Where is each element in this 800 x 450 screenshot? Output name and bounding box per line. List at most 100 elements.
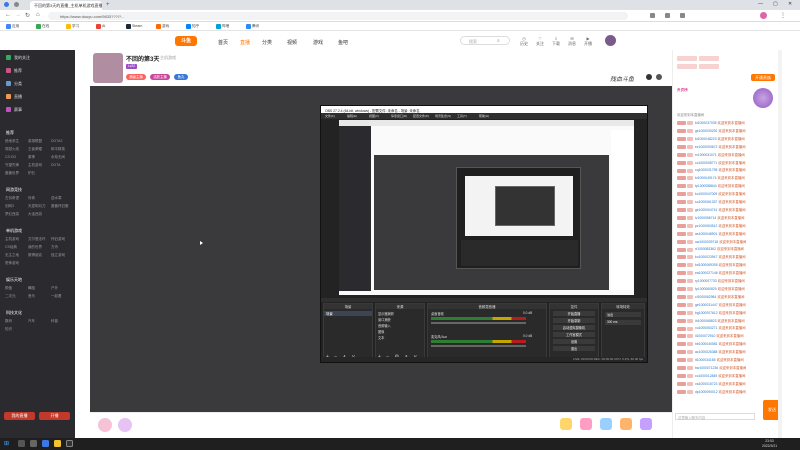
chat-username[interactable]: pz1000063512	[695, 224, 717, 228]
chat-message[interactable]: rv1000031071欢迎来到本直播间	[677, 152, 777, 159]
chat-message[interactable]: va1000015723欢迎来到本直播间	[677, 381, 777, 388]
browser-taskbar-icon[interactable]	[42, 440, 49, 447]
chat-message[interactable]: ry1000007733欢迎来到本直播间	[677, 278, 777, 285]
sidebar-category-link[interactable]: 永劫无间	[51, 155, 65, 160]
sidebar-category-link[interactable]: 方舟	[51, 245, 58, 250]
chat-username[interactable]: ac1000026388	[695, 350, 717, 354]
sidebar-category-link[interactable]: 剑网3	[5, 204, 14, 209]
reload-icon[interactable]: ↻	[25, 12, 30, 19]
home-icon[interactable]: ⌂	[36, 12, 40, 18]
obs-menu-item[interactable]: 场景集合(S)	[435, 114, 451, 118]
chat-message[interactable]: gk1000030292欢迎来到本直播间	[677, 128, 777, 135]
chat-username[interactable]: bw1000071236	[695, 366, 718, 370]
search-icon[interactable]	[18, 440, 25, 447]
sidebar-category-link[interactable]: 独立游戏	[51, 253, 65, 258]
tab-search-icon[interactable]	[14, 2, 19, 7]
browser-tab[interactable]: 不回的第3天的直播_主机单机游戏直播...	[30, 1, 102, 10]
sidebar-category-link[interactable]: 魔兽怀旧服	[51, 204, 69, 209]
sidebar-category-link[interactable]: 古剑奇谭	[5, 196, 19, 201]
chat-username[interactable]: xu1000053271	[695, 326, 717, 330]
transition-select[interactable]: 淡出	[605, 312, 641, 317]
scene-item[interactable]: 场景	[324, 311, 372, 316]
exit-button[interactable]: 退出	[553, 346, 595, 351]
task-view-icon[interactable]	[30, 440, 37, 447]
chat-username[interactable]: rv1000031071	[695, 153, 717, 157]
chat-username[interactable]: lt1000034165	[695, 358, 716, 362]
sidebar-category-link[interactable]: 赛博朋克	[28, 253, 42, 258]
chat-message[interactable]: fp1000060829欢迎来到本直播间	[677, 286, 777, 293]
chat-message[interactable]: hb1000040581欢迎来到本直播间	[677, 341, 777, 348]
volume-slider[interactable]	[431, 322, 526, 324]
gift-icon[interactable]	[640, 418, 652, 430]
sidebar-category-link[interactable]: 二次元	[5, 294, 16, 299]
chat-username[interactable]: bd1000069305	[695, 263, 718, 267]
sidebar-section-title[interactable]: 推荐	[6, 130, 14, 136]
nav-games[interactable]: 游戏	[313, 39, 323, 46]
obs-menu-item[interactable]: 配置文件(P)	[413, 114, 429, 118]
maximize-icon[interactable]: ▢	[773, 1, 778, 7]
chat-username[interactable]: gk1000030292	[695, 129, 717, 133]
share-icon[interactable]	[646, 74, 652, 80]
event-banner-icon[interactable]	[753, 88, 773, 108]
sidebar-category-link[interactable]: 王者荣耀	[28, 147, 42, 152]
bookmark-item[interactable]: 学习	[66, 23, 79, 29]
obs-preview[interactable]	[339, 120, 634, 295]
gift-icon[interactable]	[560, 418, 572, 430]
sidebar-category-link[interactable]: 户外	[51, 286, 58, 291]
chat-message[interactable]: rt1000083362欢迎来到本直播间	[677, 246, 777, 253]
chat-username[interactable]: lv1000056714	[695, 216, 716, 220]
chat-username[interactable]: ea1000027146	[695, 271, 718, 275]
chat-message[interactable]: xu1000053271欢迎来到本直播间	[677, 325, 777, 332]
chat-message[interactable]: ge1000031447欢迎来到本直播间	[677, 302, 777, 309]
sidebar-category-link[interactable]: 逆水寒	[51, 196, 62, 201]
chat-message[interactable]: bd1000069305欢迎来到本直播间	[677, 262, 777, 269]
chat-message[interactable]: kc1000047009欢迎来到本直播间	[677, 191, 777, 198]
sidebar-section-title[interactable]: 科技文化	[6, 310, 22, 316]
sidebar-category-link[interactable]: 守望先锋	[5, 163, 19, 168]
chat-username[interactable]: as1000048901	[695, 232, 717, 236]
obs-menu-item[interactable]: 文件(F)	[325, 114, 335, 118]
nav-category[interactable]: 分类	[262, 39, 272, 46]
gift-icon[interactable]	[580, 418, 592, 430]
nav-video[interactable]: 视频	[287, 39, 297, 46]
chat-username[interactable]: ko1000023947	[695, 255, 717, 259]
start-recording-button[interactable]: 开始录制	[553, 318, 595, 323]
menu-icon[interactable]: ⋮	[780, 12, 786, 19]
bookmark-item[interactable]: 哔哩	[216, 23, 229, 29]
chat-username[interactable]: dp1000090012	[695, 390, 718, 394]
bookmark-item[interactable]: 在线	[36, 23, 49, 29]
sidebar-item[interactable]: 推荐	[6, 68, 22, 74]
chat-username[interactable]: tp1000058844	[695, 184, 717, 188]
obs-menu-item[interactable]: 编辑(E)	[347, 114, 357, 118]
nav-home[interactable]: 首页	[218, 39, 228, 46]
extension-icon[interactable]	[650, 13, 655, 18]
source-item[interactable]: 显示器捕获	[378, 311, 394, 316]
obs-taskbar-icon[interactable]	[66, 440, 73, 447]
sidebar-item[interactable]: 分类	[6, 81, 22, 87]
virtual-camera-button[interactable]: 启动虚拟摄像机	[553, 325, 595, 330]
start-streaming-button[interactable]: 开始直播	[553, 311, 595, 316]
chat-message[interactable]: ea1000027146欢迎来到本直播间	[677, 270, 777, 277]
sidebar-category-link[interactable]: 汽车	[28, 319, 35, 324]
nav-yuba[interactable]: 鱼吧	[338, 39, 348, 46]
sidebar-category-link[interactable]: 科普	[51, 319, 58, 324]
sidebar-category-link[interactable]: 主机游戏	[28, 163, 42, 168]
sidebar-category-link[interactable]: 艾尔登法环	[28, 237, 46, 242]
chat-message[interactable]: bi1000037035欢迎来到本直播间	[677, 120, 777, 127]
start-live-button[interactable]: ▶ 开播	[584, 36, 592, 47]
profile-avatar[interactable]	[760, 12, 767, 19]
gift-icon[interactable]	[600, 418, 612, 430]
bookmark-item[interactable]: 应用	[6, 23, 19, 29]
chat-username[interactable]: kc1000047009	[695, 192, 717, 196]
sidebar-category-link[interactable]: CS经典	[5, 245, 17, 250]
chat-message[interactable]: bi1000049174欢迎来到本直播间	[677, 175, 777, 182]
chat-message[interactable]: so1000061337欢迎来到本直播间	[677, 199, 777, 206]
minimize-icon[interactable]: —	[758, 1, 763, 7]
source-item[interactable]: 图像	[378, 329, 384, 334]
sidebar-category-link[interactable]: 知识	[5, 327, 12, 332]
chat-message[interactable]: ih1000068823欢迎来到本直播间	[677, 318, 777, 325]
transition-duration[interactable]: 300 ms	[605, 320, 641, 325]
message-button[interactable]: ✉ 消息	[568, 36, 576, 47]
settings-button[interactable]: 设置	[553, 339, 595, 344]
sidebar-category-link[interactable]: 大话西游	[28, 212, 42, 217]
